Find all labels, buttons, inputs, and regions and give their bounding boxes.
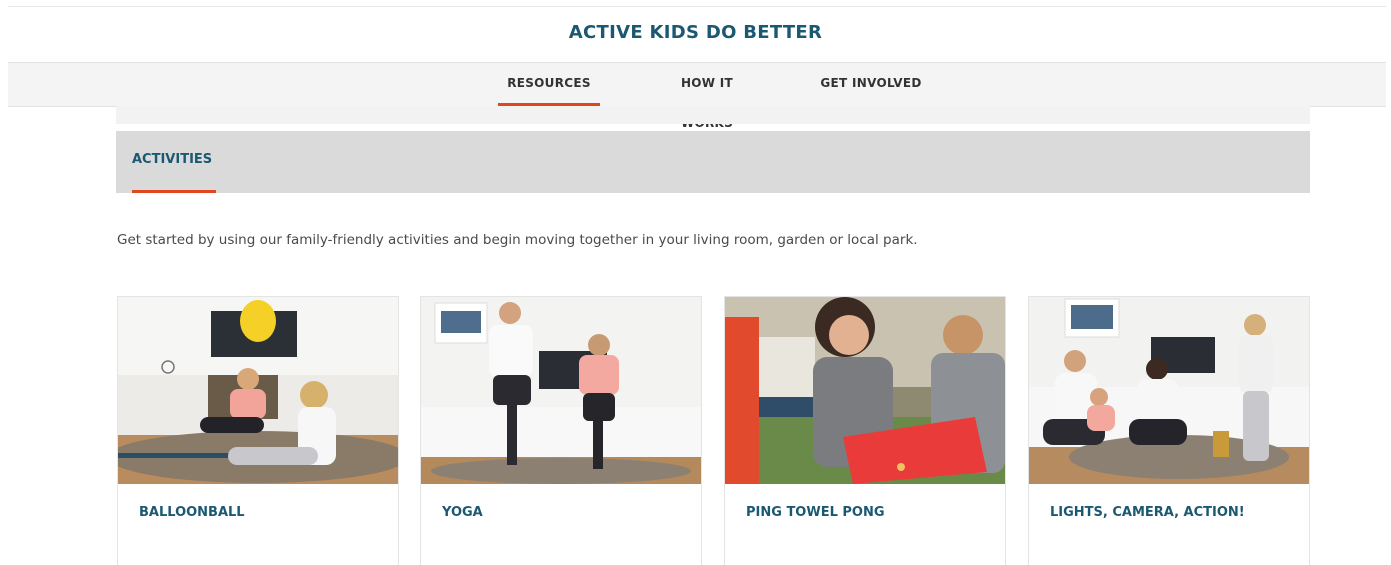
intro-text: Get started by using our family-friendly… [117,232,918,248]
sub-nav-band [116,106,1310,124]
page: ACTIVE KIDS DO BETTER RESOURCES HOW IT W… [0,0,1391,565]
nav-item-get-involved[interactable]: GET INVOLVED [820,63,922,106]
top-divider [8,6,1386,7]
kids-playing-balloon-photo[interactable] [118,297,398,484]
yoga-pose-photo[interactable] [421,297,701,484]
activity-title[interactable]: PING TOWEL PONG [746,505,885,520]
activity-title[interactable]: YOGA [442,505,483,520]
nav-item-resources[interactable]: RESOURCES [498,63,600,106]
activity-title[interactable]: LIGHTS, CAMERA, ACTION! [1050,505,1245,520]
section-tabs: ACTIVITIES [116,131,1310,193]
main-nav: RESOURCES HOW IT WORKS GET INVOLVED [8,62,1386,130]
family-acting-photo[interactable] [1029,297,1309,484]
activity-card-ping-towel-pong[interactable]: PING TOWEL PONG [724,296,1006,565]
nav-item-how-it-works[interactable]: HOW IT WORKS [655,63,759,130]
towel-pong-photo[interactable] [725,297,1005,484]
activity-title[interactable]: BALLOONBALL [139,505,245,520]
site-title[interactable]: ACTIVE KIDS DO BETTER [0,22,1391,43]
activity-card-yoga[interactable]: YOGA [420,296,702,565]
activity-card-balloonball[interactable]: BALLOONBALL [117,296,399,565]
activity-card-lights-camera-action[interactable]: LIGHTS, CAMERA, ACTION! [1028,296,1310,565]
tab-activities[interactable]: ACTIVITIES [132,131,217,193]
